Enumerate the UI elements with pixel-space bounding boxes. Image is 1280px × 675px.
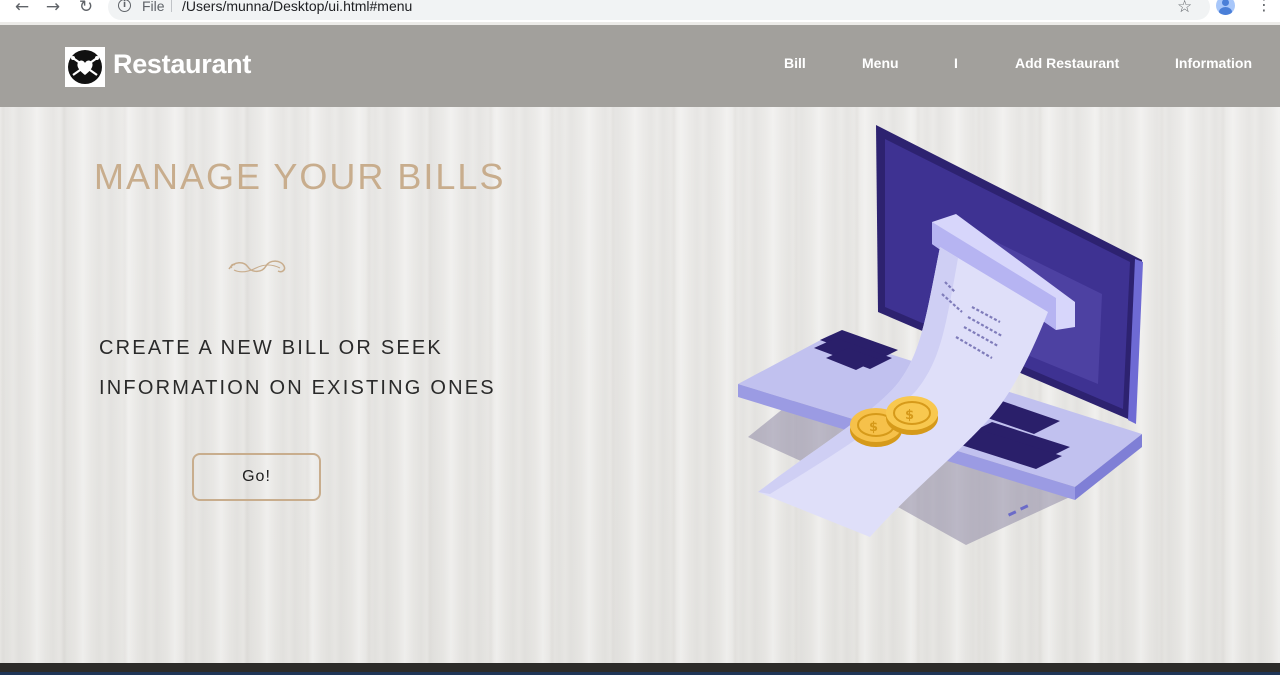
nav-item-information[interactable]: Information <box>1175 55 1252 71</box>
url-text[interactable]: /Users/munna/Desktop/ui.html#menu <box>182 0 412 14</box>
nav-item-bill[interactable]: Bill <box>784 55 806 71</box>
url-separator <box>171 0 172 12</box>
hero-subtitle-line-2: INFORMATION ON EXISTING ONES <box>99 377 496 399</box>
reload-icon[interactable]: ↻ <box>77 0 95 16</box>
nav-item-menu[interactable]: Menu <box>862 55 899 71</box>
flourish-ornament-icon <box>226 257 288 282</box>
svg-text:$: $ <box>869 420 878 435</box>
bookmark-star-icon[interactable]: ☆ <box>1177 0 1192 17</box>
nav-item-add-restaurant[interactable]: Add Restaurant <box>1015 55 1119 71</box>
nav-item-i[interactable]: I <box>954 55 958 71</box>
restaurant-logo-icon[interactable] <box>65 47 105 87</box>
page-content: Restaurant Bill Menu I Add Restaurant In… <box>0 25 1280 663</box>
browser-toolbar: ← → ↻ i File /Users/munna/Desktop/ui.htm… <box>0 0 1280 22</box>
forward-arrow-icon[interactable]: → <box>44 0 62 16</box>
hero-subtitle-line-1: CREATE A NEW BILL OR SEEK <box>99 337 443 359</box>
bottom-taskbar-strip <box>0 663 1280 675</box>
kebab-menu-icon[interactable]: ⋮ <box>1256 0 1272 13</box>
hero-title: MANAGE YOUR BILLS <box>94 156 506 197</box>
brand-name[interactable]: Restaurant <box>113 49 251 80</box>
url-scheme-label: File <box>142 0 165 14</box>
svg-text:$: $ <box>905 408 914 423</box>
profile-icon[interactable] <box>1216 0 1235 15</box>
back-arrow-icon[interactable]: ← <box>13 0 31 16</box>
go-button[interactable]: Go! <box>192 453 321 501</box>
top-navigation-bar: Restaurant Bill Menu I Add Restaurant In… <box>0 25 1280 107</box>
laptop-receipt-illustration: $ $ <box>730 122 1150 557</box>
